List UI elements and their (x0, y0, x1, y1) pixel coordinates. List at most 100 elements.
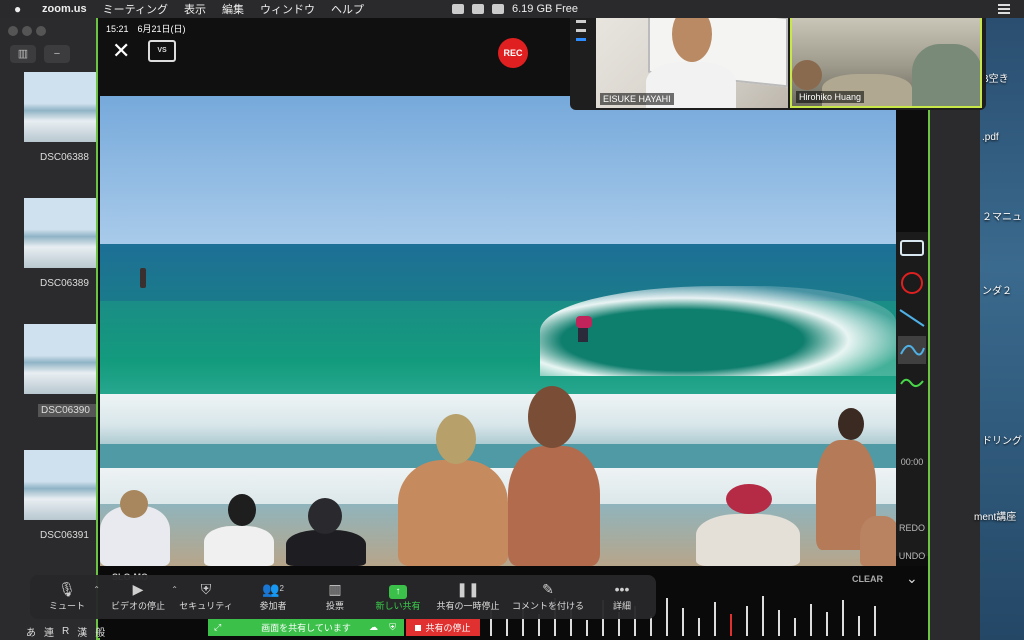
ime-kana[interactable]: あ (26, 624, 36, 639)
ime-general[interactable]: 般 (95, 624, 105, 639)
menu-view[interactable]: 表示 (184, 1, 206, 17)
rectangle-tool-icon[interactable] (900, 240, 924, 256)
menu-meeting[interactable]: ミーティング (103, 1, 168, 17)
zoom-out-icon[interactable]: − (44, 45, 70, 63)
apple-icon[interactable]: ● (14, 2, 28, 16)
spectator-hat (726, 484, 772, 514)
close-dot-icon[interactable] (8, 26, 18, 36)
pause-icon: ❚❚ (456, 581, 480, 597)
stop-share-label: 共有の停止 (425, 623, 471, 633)
clear-button[interactable]: CLEAR (852, 574, 883, 584)
zoom-control-bar: 🎙 ミュート ⌃ ▶ ビデオの停止 ⌃ ⛨ セキュリティ 👥2 参加者 ▥ 投票… (30, 575, 656, 619)
surfer-legs (578, 328, 588, 342)
file-name[interactable]: DSC06388 (40, 152, 98, 163)
video-camera-icon: ▶ (132, 581, 144, 597)
paddleboarder (140, 268, 146, 288)
notification-list-icon[interactable] (998, 4, 1010, 14)
close-icon[interactable]: ✕ (112, 38, 130, 64)
stop-video-button[interactable]: ▶ ビデオの停止 ⌃ (108, 579, 178, 615)
drag-handle-icon[interactable]: ⤢ (214, 622, 221, 633)
ime-ren[interactable]: 連 (44, 624, 54, 639)
redo-button[interactable]: REDO (898, 514, 926, 542)
desktop-file-label[interactable]: .pdf (982, 132, 999, 143)
desktop-area: B空き .pdf ２マニュ ンダ２ ドリング ment講座 (930, 18, 1024, 640)
poll-button[interactable]: ▥ 投票 (314, 579, 356, 615)
zoom-dot-icon[interactable] (36, 26, 46, 36)
desktop-file-label[interactable]: B空き (982, 70, 1009, 85)
pause-share-button[interactable]: ❚❚ 共有の一時停止 (434, 579, 502, 615)
memory-icon[interactable] (492, 4, 504, 14)
timeline-tick (794, 618, 796, 636)
ime-kanji[interactable]: 漢 (77, 624, 87, 639)
participants-button[interactable]: 👥2 参加者 (250, 579, 296, 615)
spectator-head (838, 408, 864, 440)
zoom-status-icon[interactable] (452, 4, 464, 14)
microphone-icon: 🎙 (58, 581, 76, 597)
freehand-tool-icon[interactable] (898, 368, 926, 396)
surfer (572, 316, 594, 344)
spectator-head (120, 490, 148, 518)
timeline-tick (810, 604, 812, 636)
security-button[interactable]: ⛨ セキュリティ (176, 579, 236, 615)
menu-app[interactable]: zoom.us (42, 3, 87, 15)
annotate-button[interactable]: ✎ コメントを付ける (510, 579, 586, 615)
menu-window[interactable]: ウィンドウ (260, 1, 315, 17)
desktop-file-label[interactable]: ドリング (982, 432, 1022, 447)
desktop-file-label[interactable]: ment講座 (974, 508, 1016, 523)
record-button[interactable]: REC (498, 38, 528, 68)
timeline-tick (682, 608, 684, 636)
memory-readout[interactable]: 6.19 GB Free (512, 3, 578, 15)
view-option-active-icon[interactable] (576, 38, 586, 41)
file-thumbnail[interactable] (24, 450, 98, 520)
desktop-file-label[interactable]: ンダ２ (982, 282, 1012, 297)
file-thumbnail[interactable] (24, 198, 98, 268)
file-name[interactable]: DSC06389 (40, 278, 98, 289)
chevron-up-icon[interactable]: ⌃ (93, 585, 100, 594)
view-option-icon[interactable] (576, 29, 586, 32)
view-option-icon[interactable] (576, 20, 586, 23)
timeline-tick (666, 598, 668, 636)
pencil-icon: ✎ (542, 581, 554, 597)
curve-glyph (900, 344, 925, 356)
timeline-tick (586, 620, 588, 636)
ime-roman[interactable]: R (62, 626, 69, 637)
file-name-selected[interactable]: DSC06390 (38, 404, 96, 417)
line-glyph (899, 309, 925, 327)
background-window (930, 18, 980, 640)
annotate-label: コメントを付ける (511, 601, 584, 611)
stop-share-button[interactable]: 共有の停止 (406, 619, 480, 636)
mac-menubar: ● zoom.us ミーティング 表示 編集 ウィンドウ ヘルプ 6.19 GB… (0, 0, 1024, 18)
participant-head (792, 60, 822, 90)
spectator-head (228, 494, 256, 526)
timeline-tick (778, 610, 780, 636)
file-thumbnail[interactable] (24, 324, 98, 394)
menubar-status: 6.19 GB Free (452, 0, 578, 18)
curve-arrow-tool-icon[interactable] (898, 336, 926, 364)
new-share-label: 新しい共有 (375, 601, 421, 611)
sidebar-toggle-icon[interactable]: ▥ (10, 45, 36, 63)
chevron-down-icon[interactable]: ⌄ (906, 570, 918, 587)
menu-help[interactable]: ヘルプ (331, 1, 364, 17)
spectator-head (528, 386, 576, 448)
file-name[interactable]: DSC06391 (40, 530, 98, 541)
more-label: 詳細 (612, 601, 631, 611)
circle-tool-icon[interactable] (901, 272, 923, 294)
versus-compare-icon[interactable]: VS (148, 40, 176, 62)
more-button[interactable]: ••• 詳細 (602, 579, 642, 615)
menu-edit[interactable]: 編集 (222, 1, 244, 17)
mute-button[interactable]: 🎙 ミュート ⌃ (44, 579, 100, 615)
timeline-tick (762, 596, 764, 636)
new-share-button[interactable]: ↑ 新しい共有 (370, 579, 426, 615)
desktop-file-label[interactable]: ２マニュ (982, 208, 1022, 223)
finder-window: ▥ − DSC06388 DSC06389 DSC06390 DSC06391 (0, 18, 98, 640)
evernote-icon[interactable] (472, 4, 484, 14)
poll-label: 投票 (325, 601, 344, 611)
participants-label: 参加者 (259, 601, 287, 611)
minimize-dot-icon[interactable] (22, 26, 32, 36)
file-thumbnail[interactable] (24, 72, 98, 142)
sharing-status-bar[interactable]: ⤢ 画面を共有しています ☁ ⛨ (208, 619, 404, 636)
line-tool-icon[interactable] (898, 304, 926, 332)
view-switcher[interactable] (570, 14, 592, 74)
timeline-tick (650, 616, 652, 636)
stop-video-label: ビデオの停止 (110, 601, 165, 611)
